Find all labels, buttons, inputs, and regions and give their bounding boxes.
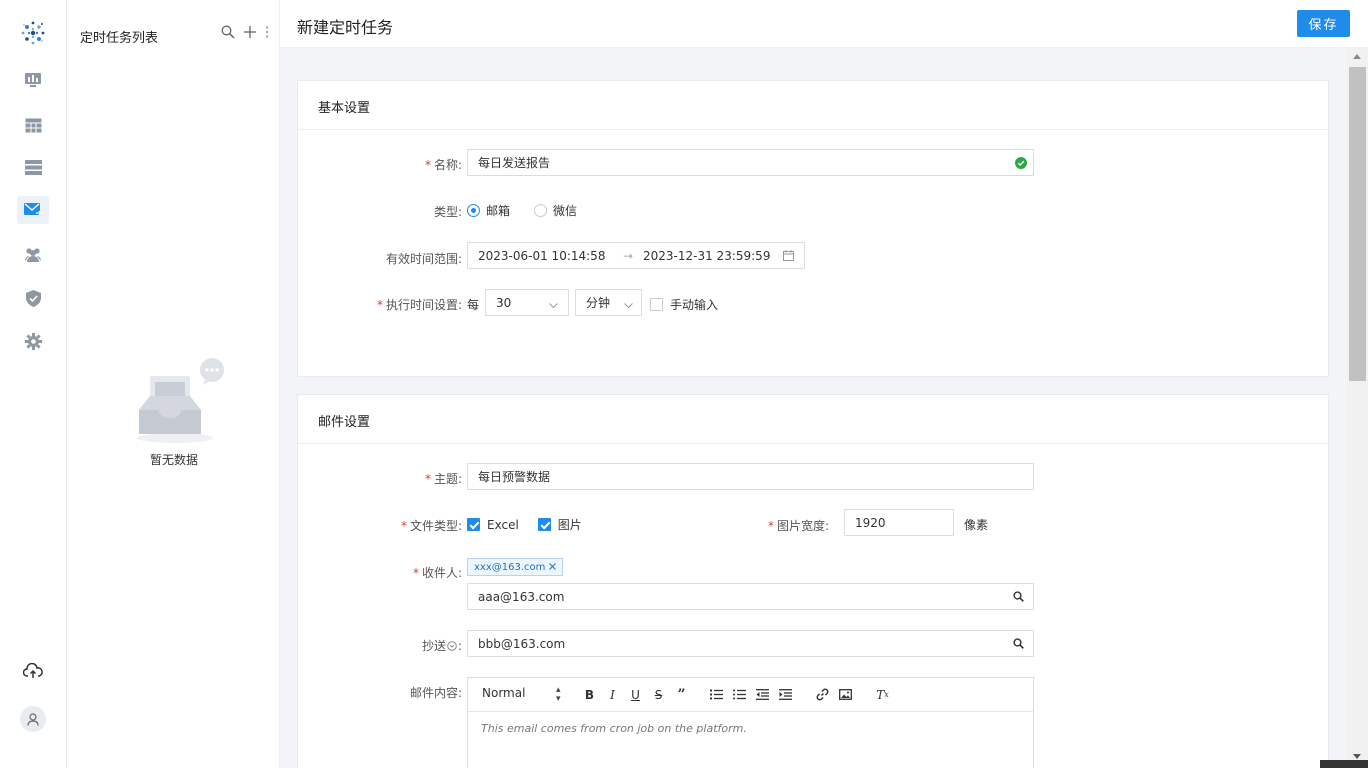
type-radio-group: 邮箱 微信 xyxy=(467,202,577,219)
corner-block xyxy=(1320,760,1368,768)
quote-icon[interactable]: ” xyxy=(670,685,693,705)
search-icon[interactable] xyxy=(221,25,235,42)
image-width-input[interactable]: 1920 xyxy=(844,509,954,536)
task-list-actions xyxy=(221,25,269,42)
icon-rail xyxy=(0,0,67,768)
file-type-label: * 文件类型: xyxy=(400,519,462,533)
dashboard-icon[interactable] xyxy=(17,66,49,94)
shield-icon[interactable] xyxy=(17,284,49,312)
search-icon[interactable] xyxy=(1013,591,1024,605)
range-end[interactable]: 2023-12-31 23:59:59 xyxy=(643,249,783,263)
recipient-tag: xxx@163.com xyxy=(467,558,564,576)
calendar-icon[interactable] xyxy=(783,250,794,264)
task-list-title: 定时任务列表 xyxy=(80,31,159,46)
radio-wechat-label: 微信 xyxy=(553,204,578,218)
name-label: * 名称: xyxy=(424,158,462,172)
mail-settings-card: 邮件设置 * 主题: 每日预警数据 * 文件类型: Excel 图片 * 图片宽度: … xyxy=(297,394,1329,768)
empty-state-text: 暂无数据 xyxy=(150,453,199,467)
scrollbar-thumb[interactable] xyxy=(1349,67,1366,381)
radio-wechat[interactable] xyxy=(534,204,548,217)
recipients-label: * 收件人: xyxy=(412,566,462,580)
format-select[interactable]: Normal ▴ ▾ xyxy=(482,684,562,704)
ordered-list-icon[interactable] xyxy=(705,685,728,705)
content-label: 邮件内容: xyxy=(409,686,462,700)
cc-label: 抄送: xyxy=(421,639,462,654)
mail-schedule-icon[interactable] xyxy=(17,196,49,224)
add-icon[interactable] xyxy=(243,25,257,42)
mail-settings-title: 邮件设置 xyxy=(298,395,1328,444)
image-icon[interactable] xyxy=(834,685,857,705)
excel-label: Excel xyxy=(487,517,519,532)
range-label: 有效时间范围: xyxy=(385,252,462,266)
app-logo-icon[interactable] xyxy=(18,18,48,48)
subject-input[interactable]: 每日预警数据 xyxy=(467,463,1034,490)
exec-interval-select[interactable]: 30 xyxy=(485,289,569,316)
clear-format-icon[interactable]: Tx xyxy=(871,685,894,705)
exec-time-label: * 执行时间设置: xyxy=(376,298,462,312)
range-start[interactable]: 2023-06-01 10:14:58 xyxy=(478,249,623,263)
editor-toolbar: Normal ▴ ▾ B I U S ” Tx xyxy=(467,677,1034,712)
name-input[interactable]: 每日发送报告 xyxy=(467,149,1034,176)
chevron-down-icon xyxy=(549,298,558,312)
save-button[interactable]: 保存 xyxy=(1297,10,1350,37)
file-type-group: Excel 图片 xyxy=(467,516,582,533)
bullet-list-icon[interactable] xyxy=(728,685,751,705)
gear-icon[interactable] xyxy=(17,327,49,355)
outdent-icon[interactable] xyxy=(751,685,774,705)
search-icon[interactable] xyxy=(1013,638,1024,652)
cc-input[interactable]: bbb@163.com xyxy=(467,630,1034,657)
excel-checkbox[interactable] xyxy=(467,518,480,531)
page-title: 新建定时任务 xyxy=(297,18,394,37)
image-width-unit: 像素 xyxy=(964,518,989,532)
close-icon[interactable] xyxy=(549,562,557,573)
indent-icon[interactable] xyxy=(774,685,797,705)
manual-input-checkbox: 手动输入 xyxy=(650,296,718,313)
users-group-icon[interactable] xyxy=(17,240,49,268)
bold-icon[interactable]: B xyxy=(578,685,601,705)
radio-email[interactable] xyxy=(467,204,480,217)
link-icon[interactable] xyxy=(811,685,834,705)
empty-inbox-illustration-icon xyxy=(131,358,227,447)
manual-input-check[interactable] xyxy=(650,298,663,311)
chevron-down-icon xyxy=(624,298,633,312)
task-list-panel: 定时任务列表 暂无数据 xyxy=(67,0,280,768)
valid-check-icon xyxy=(1015,157,1027,172)
radio-email-label: 邮箱 xyxy=(486,204,511,218)
exec-unit-select[interactable]: 分钟 xyxy=(575,289,642,316)
image-width-label: * 图片宽度: xyxy=(768,519,830,533)
underline-icon[interactable]: U xyxy=(624,685,647,705)
image-checkbox[interactable] xyxy=(537,518,551,531)
list-icon[interactable] xyxy=(17,153,49,181)
subject-label: * 主题: xyxy=(424,472,462,486)
range-arrow: → xyxy=(623,248,634,263)
scroll-up-icon[interactable] xyxy=(1353,54,1361,59)
italic-icon[interactable]: I xyxy=(601,685,624,705)
page-scrollbar[interactable] xyxy=(1347,48,1368,768)
manual-input-label: 手动输入 xyxy=(670,298,719,312)
exec-prefix: 每 xyxy=(467,298,480,312)
strikethrough-icon[interactable]: S xyxy=(647,685,670,705)
recipient-input[interactable]: aaa@163.com xyxy=(467,583,1034,610)
type-label: 类型: xyxy=(433,205,462,219)
form-content: 基本设置 * 名称: 每日发送报告 类型: 邮箱 微信 有效时间范围: 2023-… xyxy=(280,48,1347,768)
mail-content-editor[interactable]: This email comes from cron job on the pl… xyxy=(467,712,1034,768)
cloud-upload-icon[interactable] xyxy=(18,656,48,686)
user-avatar-icon[interactable] xyxy=(20,706,46,732)
table-icon[interactable] xyxy=(17,111,49,139)
more-vertical-icon[interactable] xyxy=(265,25,269,42)
date-range-picker[interactable]: 2023-06-01 10:14:58 → 2023-12-31 23:59:5… xyxy=(467,242,805,269)
help-circle-icon xyxy=(447,640,457,654)
image-label: 图片 xyxy=(557,518,582,532)
page-header: 新建定时任务 保存 xyxy=(280,0,1368,48)
scroll-down-icon[interactable] xyxy=(1353,754,1361,759)
basic-settings-title: 基本设置 xyxy=(298,81,1328,130)
updown-icon: ▴ ▾ xyxy=(556,684,561,704)
basic-settings-card: 基本设置 * 名称: 每日发送报告 类型: 邮箱 微信 有效时间范围: 2023-… xyxy=(297,80,1329,377)
